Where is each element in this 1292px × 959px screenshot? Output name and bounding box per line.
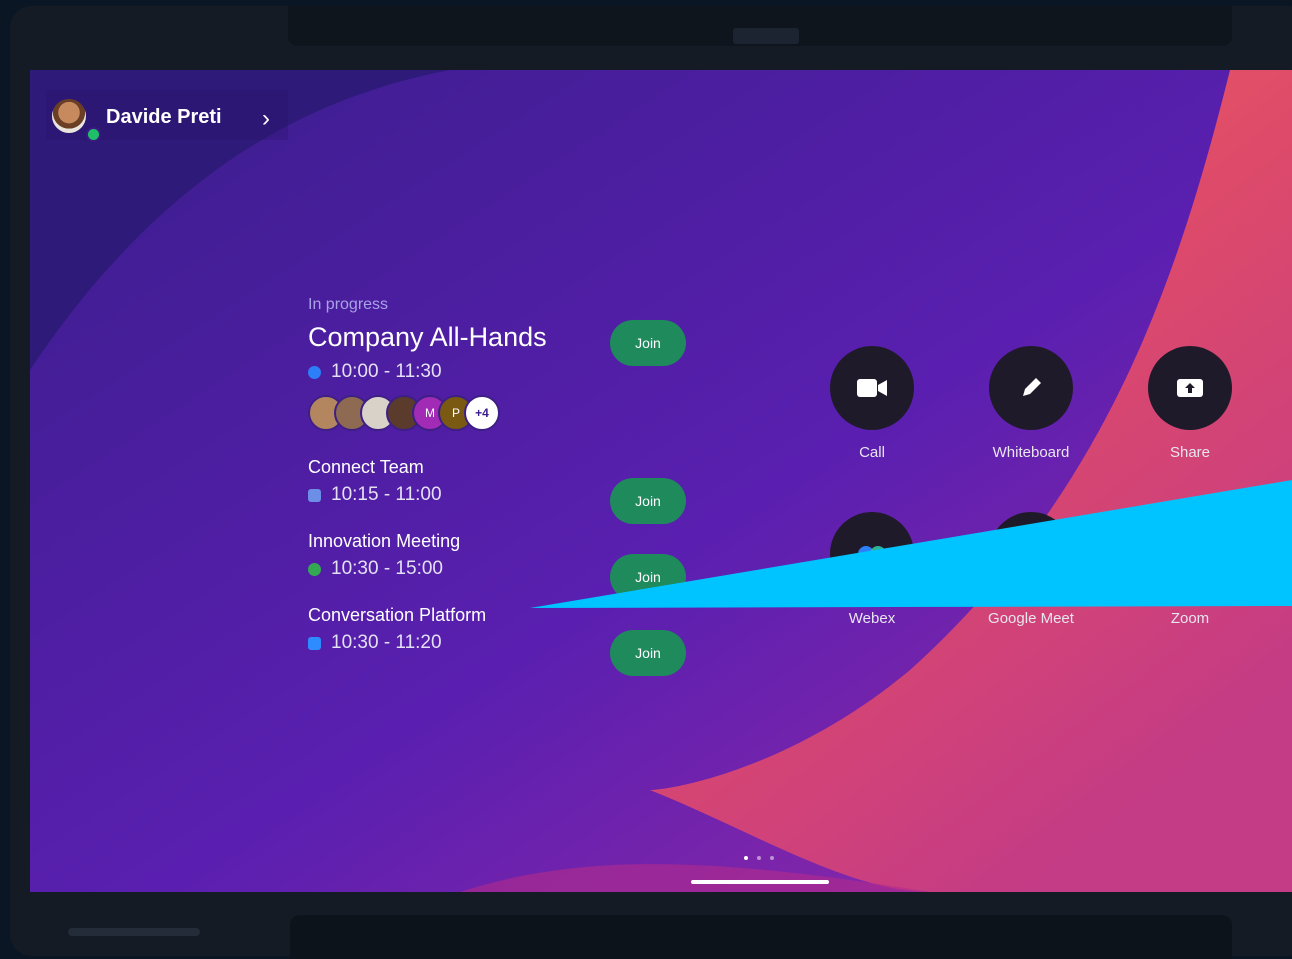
highlight-pointer <box>530 480 1292 608</box>
speaker-grille <box>68 928 200 936</box>
bottom-bezel <box>290 915 1232 959</box>
